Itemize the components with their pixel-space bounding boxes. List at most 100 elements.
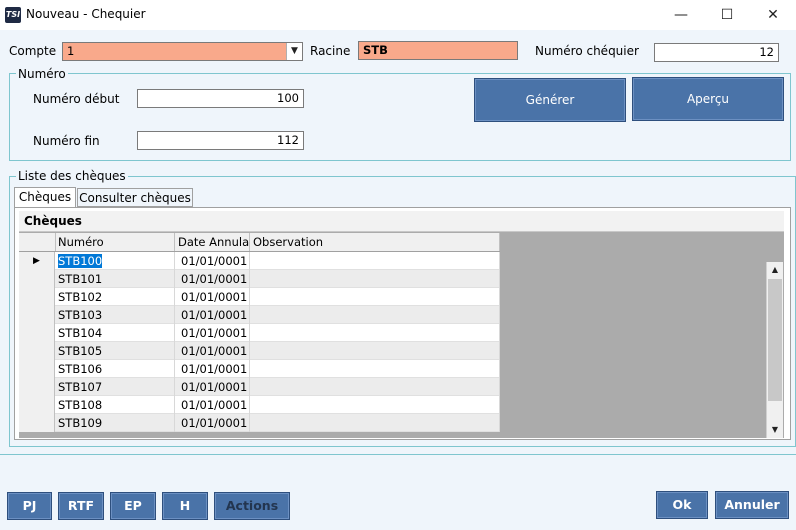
maximize-button[interactable]: ☐ [704,0,750,30]
cell-numero-text: STB106 [58,362,103,376]
minimize-button[interactable]: — [658,0,704,30]
table-row[interactable]: STB105 01/01/0001 [19,342,500,360]
annuler-button[interactable]: Annuler [715,491,789,519]
table-row[interactable]: STB109 01/01/0001 [19,414,500,432]
row-header[interactable] [19,270,55,288]
cell-date-annulation[interactable]: 01/01/0001 [175,306,250,324]
cell-observation[interactable] [250,324,500,342]
tab-cheques[interactable]: Chèques [14,187,76,207]
table-row[interactable]: STB108 01/01/0001 [19,396,500,414]
liste-cheques-title: Liste des chèques [16,169,128,183]
cell-numero-text: STB104 [58,326,103,340]
scroll-up-arrow-icon[interactable]: ▲ [767,262,783,278]
cell-numero[interactable]: STB107 [55,378,175,396]
table-row[interactable]: STB101 01/01/0001 [19,270,500,288]
row-header[interactable] [19,342,55,360]
cell-numero-text: STB102 [58,290,103,304]
cell-numero[interactable]: STB105 [55,342,175,360]
dropdown-arrow-icon[interactable]: ▼ [286,43,302,60]
cell-observation[interactable] [250,270,500,288]
cell-numero[interactable]: STB104 [55,324,175,342]
column-header-observation[interactable]: Observation [250,233,500,251]
cell-observation[interactable] [250,360,500,378]
app-icon: TSI [5,7,21,23]
cell-numero-text: STB103 [58,308,103,322]
table-row[interactable]: STB106 01/01/0001 [19,360,500,378]
window-title: Nouveau - Chequier [26,7,146,21]
row-header[interactable] [19,414,55,432]
cell-observation[interactable] [250,306,500,324]
cell-date-annulation[interactable]: 01/01/0001 [175,360,250,378]
cell-date-annulation[interactable]: 01/01/0001 [175,414,250,432]
pj-button[interactable]: PJ [7,492,52,520]
compte-value: 1 [67,44,75,58]
cell-numero-text: STB105 [58,344,103,358]
cell-date-annulation[interactable]: 01/01/0001 [175,270,250,288]
vertical-scrollbar[interactable]: ▲ ▼ [766,262,783,438]
cell-numero[interactable]: STB102 [55,288,175,306]
apercu-button[interactable]: Aperçu [632,77,784,121]
cell-numero[interactable]: STB109 [55,414,175,432]
racine-field[interactable]: STB [358,41,518,60]
ep-button[interactable]: EP [110,492,156,520]
cell-observation[interactable] [250,396,500,414]
cell-date-annulation[interactable]: 01/01/0001 [175,396,250,414]
cell-observation[interactable] [250,288,500,306]
cell-numero[interactable]: STB101 [55,270,175,288]
grid-body: ▶ STB100 01/01/0001 STB101 01/01/0001 STB102 0… [19,252,500,438]
tab-consulter-cheques[interactable]: Consulter chèques [77,188,193,207]
cheques-grid: Chèques Numéro Date Annula Observation ▶… [19,211,784,438]
numero-fin-field[interactable]: 112 [137,131,304,150]
row-header[interactable] [19,360,55,378]
current-row-indicator-icon[interactable]: ▶ [19,252,55,270]
cell-date-annulation[interactable]: 01/01/0001 [175,252,250,270]
table-row[interactable]: STB104 01/01/0001 [19,324,500,342]
row-header[interactable] [19,306,55,324]
cell-numero[interactable]: STB108 [55,396,175,414]
scrollbar-thumb[interactable] [768,279,782,401]
cell-observation[interactable] [250,414,500,432]
table-row[interactable]: STB102 01/01/0001 [19,288,500,306]
cell-numero-text: STB101 [58,272,103,286]
scroll-down-arrow-icon[interactable]: ▼ [767,422,783,438]
numero-debut-label: Numéro début [33,92,120,106]
window-client: Compte 1 ▼ Racine STB Numéro chéquier 12… [0,30,796,530]
table-row[interactable]: ▶ STB100 01/01/0001 [19,252,500,270]
row-header[interactable] [19,288,55,306]
title-bar: TSI Nouveau - Chequier — ☐ ✕ [0,0,796,30]
cell-numero-text: STB108 [58,398,103,412]
cell-numero-text: STB100 [58,254,103,268]
table-row[interactable]: STB103 01/01/0001 [19,306,500,324]
column-header-date-annulation[interactable]: Date Annula [175,233,250,251]
compte-combobox[interactable]: 1 ▼ [62,42,303,61]
racine-label: Racine [310,44,351,58]
cell-numero-text: STB107 [58,380,103,394]
cell-date-annulation[interactable]: 01/01/0001 [175,324,250,342]
row-header[interactable] [19,396,55,414]
cell-date-annulation[interactable]: 01/01/0001 [175,342,250,360]
row-header[interactable] [19,324,55,342]
table-row[interactable]: STB107 01/01/0001 [19,378,500,396]
cell-date-annulation[interactable]: 01/01/0001 [175,378,250,396]
cell-numero[interactable]: STB103 [55,306,175,324]
compte-label: Compte [9,44,57,58]
h-button[interactable]: H [162,492,208,520]
rtf-button[interactable]: RTF [58,492,104,520]
numero-chequier-label: Numéro chéquier [535,44,639,58]
footer-divider [0,454,796,455]
close-button[interactable]: ✕ [750,0,796,30]
cell-observation[interactable] [250,342,500,360]
cell-numero[interactable]: STB106 [55,360,175,378]
numero-group-title: Numéro [16,67,68,81]
cell-date-annulation[interactable]: 01/01/0001 [175,288,250,306]
numero-chequier-field[interactable]: 12 [654,43,779,62]
ok-button[interactable]: Ok [656,491,708,519]
row-header[interactable] [19,378,55,396]
cell-observation[interactable] [250,378,500,396]
generer-button[interactable]: Générer [474,78,626,122]
cell-observation[interactable] [250,252,500,270]
actions-button[interactable]: Actions [214,492,290,520]
cell-numero[interactable]: STB100 [55,252,175,270]
numero-debut-field[interactable]: 100 [137,89,304,108]
column-header-numero[interactable]: Numéro [55,233,175,251]
